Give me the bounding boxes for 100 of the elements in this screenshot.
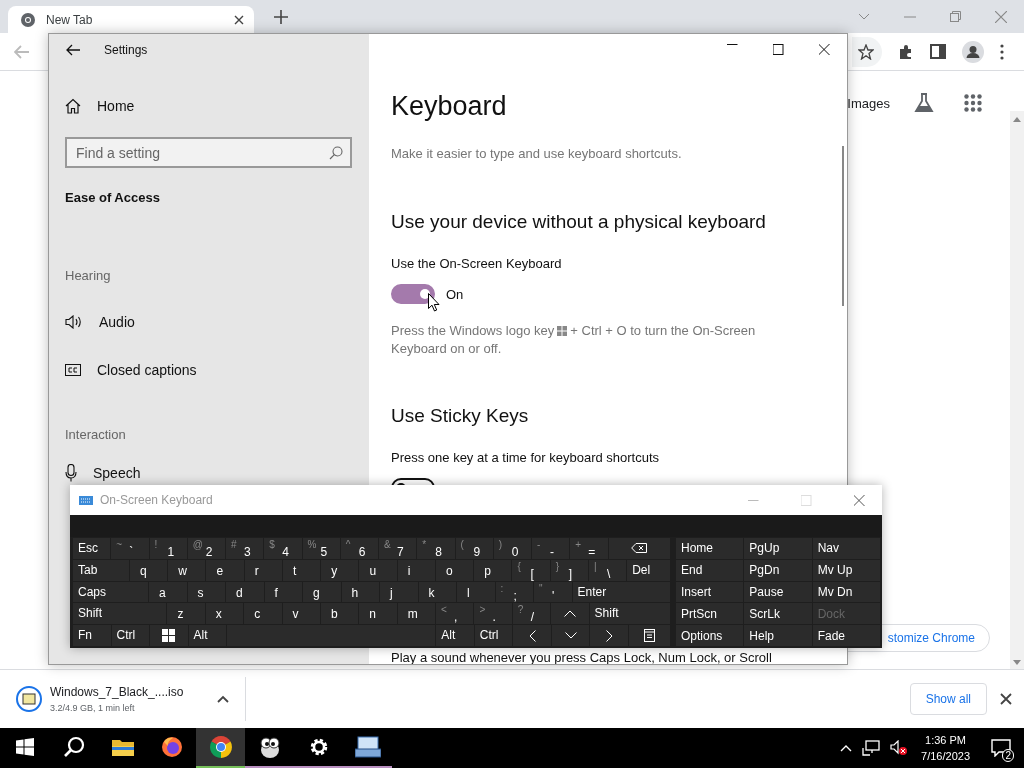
keyboard-key[interactable]: s — [187, 581, 225, 603]
keyboard-key[interactable]: i — [397, 559, 435, 581]
keyboard-key[interactable]: - - — [532, 538, 570, 559]
keyboard-key[interactable]: Nav — [812, 538, 880, 559]
keyboard-key[interactable]: # 3 — [226, 538, 264, 559]
keyboard-key[interactable]: l — [457, 581, 495, 603]
address-bar[interactable] — [852, 36, 882, 67]
download-file-name[interactable]: Windows_7_Black_....iso — [50, 685, 184, 699]
sidebar-item[interactable]: Closed captions — [49, 346, 369, 394]
keyboard-key[interactable]: t — [282, 559, 321, 581]
keyboard-key[interactable]: Caps — [73, 581, 148, 603]
keyboard-key[interactable]: @ 2 — [187, 538, 225, 559]
keyboard-key[interactable]: + = — [570, 538, 608, 559]
chevron-up-icon[interactable] — [840, 744, 853, 752]
keyboard-key[interactable]: m — [397, 603, 436, 625]
keyboard-key[interactable]: k — [418, 581, 456, 603]
restore-icon[interactable] — [950, 11, 961, 22]
keyboard-key[interactable]: Mv Dn — [812, 581, 880, 603]
new-tab-icon[interactable] — [274, 9, 288, 24]
keyboard-key[interactable]: Help — [744, 625, 812, 646]
caret-up-icon[interactable] — [217, 695, 230, 703]
keyboard-key[interactable]: r — [244, 559, 282, 581]
browser-tab[interactable]: New Tab — [8, 6, 254, 33]
network-icon[interactable] — [862, 740, 881, 756]
keyboard-key[interactable]: < , — [436, 603, 474, 625]
keyboard-key[interactable]: b — [320, 603, 359, 625]
search-field[interactable]: Find a setting — [65, 137, 352, 168]
keyboard-key[interactable]: ^ 6 — [340, 538, 378, 559]
profile-avatar-icon[interactable] — [962, 40, 984, 63]
keyboard-key[interactable]: Alt — [188, 625, 227, 646]
keyboard-key[interactable]: ( 9 — [455, 538, 493, 559]
flask-icon[interactable] — [914, 93, 934, 113]
keyboard-key[interactable]: ! 1 — [149, 538, 187, 559]
keyboard-key[interactable]: * 8 — [417, 538, 455, 559]
keyboard-key[interactable]: Fade — [812, 625, 880, 646]
keyboard-key[interactable]: o — [435, 559, 474, 581]
keyboard-key[interactable]: g — [303, 581, 341, 603]
keyboard-key[interactable]: Ctrl — [474, 625, 513, 646]
back-arrow-icon[interactable] — [66, 44, 80, 56]
side-panel-icon[interactable] — [930, 44, 946, 59]
keyboard-key[interactable]: Esc — [73, 538, 111, 559]
keyboard-key[interactable]: f — [264, 581, 302, 603]
show-all-button[interactable]: Show all — [909, 683, 987, 715]
keyboard-key[interactable]: c — [244, 603, 282, 625]
keyboard-key[interactable]: Ctrl — [111, 625, 150, 646]
keyboard-key[interactable]: End — [676, 559, 744, 581]
keyboard-key[interactable]: e — [206, 559, 244, 581]
images-link[interactable]: Images — [847, 95, 890, 111]
keyboard-key[interactable]: Tab — [73, 559, 129, 581]
keyboard-key[interactable]: j — [380, 581, 418, 603]
keyboard-key[interactable]: x — [205, 603, 244, 625]
taskbar-button[interactable] — [196, 728, 245, 768]
keyboard-key[interactable]: PgDn — [744, 559, 812, 581]
keyboard-key[interactable]: & 7 — [379, 538, 417, 559]
sidebar-item[interactable]: Audio — [49, 298, 369, 346]
menu-icon[interactable] — [1000, 43, 1004, 60]
home-nav-item[interactable]: Home — [49, 86, 369, 126]
keyboard-key[interactable]: n — [359, 603, 397, 625]
keyboard-key[interactable]: w — [168, 559, 206, 581]
close-icon[interactable] — [234, 14, 244, 25]
scroll-down-icon[interactable] — [1013, 660, 1021, 665]
keyboard-key[interactable]: " ' — [534, 581, 572, 603]
keyboard-key[interactable]: Home — [676, 538, 744, 559]
keyboard-key[interactable]: ~ ` — [111, 538, 149, 559]
keyboard-key[interactable]: p — [474, 559, 512, 581]
keyboard-key[interactable]: Alt — [436, 625, 474, 646]
keyboard-key[interactable]: : ; — [495, 581, 533, 603]
keyboard-key[interactable]: ) 0 — [493, 538, 531, 559]
scroll-up-icon[interactable] — [1013, 117, 1021, 122]
keyboard-key[interactable]: Pause — [744, 581, 812, 603]
keyboard-key[interactable]: q — [129, 559, 168, 581]
clock[interactable]: 1:36 PM 7/16/2023 — [913, 728, 978, 768]
keyboard-key[interactable]: Insert — [676, 581, 744, 603]
keyboard-key[interactable] — [150, 625, 188, 646]
notifications-button[interactable]: 2 — [978, 728, 1024, 768]
puzzle-icon[interactable] — [898, 43, 914, 60]
keyboard-key[interactable]: Shift — [589, 603, 670, 625]
keyboard-key[interactable] — [608, 538, 670, 559]
keyboard-key[interactable]: a — [149, 581, 187, 603]
keyboard-key[interactable]: PgUp — [744, 538, 812, 559]
keyboard-key[interactable]: | \ — [588, 559, 627, 581]
keyboard-key[interactable]: } ] — [550, 559, 588, 581]
keyboard-key[interactable]: PrtScn — [676, 603, 744, 625]
keyboard-key[interactable]: Shift — [73, 603, 167, 625]
toggle-switch[interactable] — [391, 284, 435, 304]
apps-grid-icon[interactable] — [964, 94, 982, 112]
close-icon[interactable] — [1000, 693, 1012, 705]
keyboard-key[interactable]: z — [167, 603, 205, 625]
scrollbar[interactable] — [842, 146, 844, 306]
keyboard-key[interactable]: ? / — [512, 603, 551, 625]
keyboard-key[interactable]: > . — [474, 603, 512, 625]
keyboard-key[interactable]: Options — [676, 625, 744, 646]
keyboard-key[interactable]: Fn — [73, 625, 111, 646]
keyboard-key[interactable]: u — [359, 559, 397, 581]
keyboard-key[interactable]: Del — [627, 559, 670, 581]
keyboard-key[interactable]: d — [226, 581, 264, 603]
keyboard-key[interactable]: y — [321, 559, 359, 581]
star-icon[interactable] — [858, 43, 874, 60]
chevron-down-icon[interactable] — [858, 12, 870, 21]
keyboard-key[interactable]: v — [282, 603, 320, 625]
